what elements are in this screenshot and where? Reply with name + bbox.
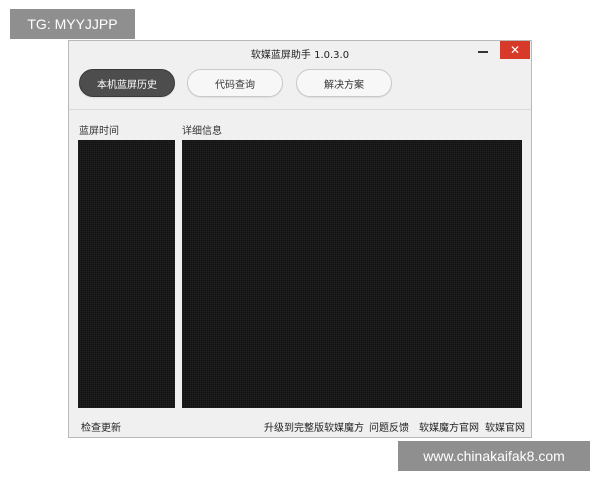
tab-solutions[interactable]: 解决方案 <box>296 69 392 97</box>
title-bar: 软媒蓝屏助手 1.0.3.0 ✕ <box>69 41 531 65</box>
ruanmei-site-link[interactable]: 软媒官网 <box>485 419 525 434</box>
details-label: 详细信息 <box>182 126 222 137</box>
upgrade-link[interactable]: 升级到完整版软媒魔方 <box>264 419 364 434</box>
watermark-top: TG: MYYJJPP <box>10 9 135 39</box>
feedback-link[interactable]: 问题反馈 <box>369 419 409 434</box>
app-window: 软媒蓝屏助手 1.0.3.0 ✕ 本机蓝屏历史 代码查询 解决方案 蓝屏时间 详… <box>68 40 532 438</box>
mofang-site-link[interactable]: 软媒魔方官网 <box>419 419 479 434</box>
bsod-time-label: 蓝屏时间 <box>79 126 119 137</box>
tab-local-bsod-history[interactable]: 本机蓝屏历史 <box>79 69 175 97</box>
tab-code-lookup[interactable]: 代码查询 <box>187 69 283 97</box>
divider <box>69 109 531 110</box>
check-update-link[interactable]: 检查更新 <box>81 419 121 434</box>
minimize-button[interactable] <box>473 43 493 61</box>
window-title: 软媒蓝屏助手 1.0.3.0 <box>250 50 350 61</box>
close-button[interactable]: ✕ <box>500 41 530 59</box>
watermark-bottom: www.chinakaifak8.com <box>398 441 590 471</box>
details-panel[interactable] <box>182 140 522 408</box>
close-icon: ✕ <box>509 43 521 57</box>
minimize-icon <box>478 51 488 53</box>
bsod-time-list[interactable] <box>78 140 175 408</box>
